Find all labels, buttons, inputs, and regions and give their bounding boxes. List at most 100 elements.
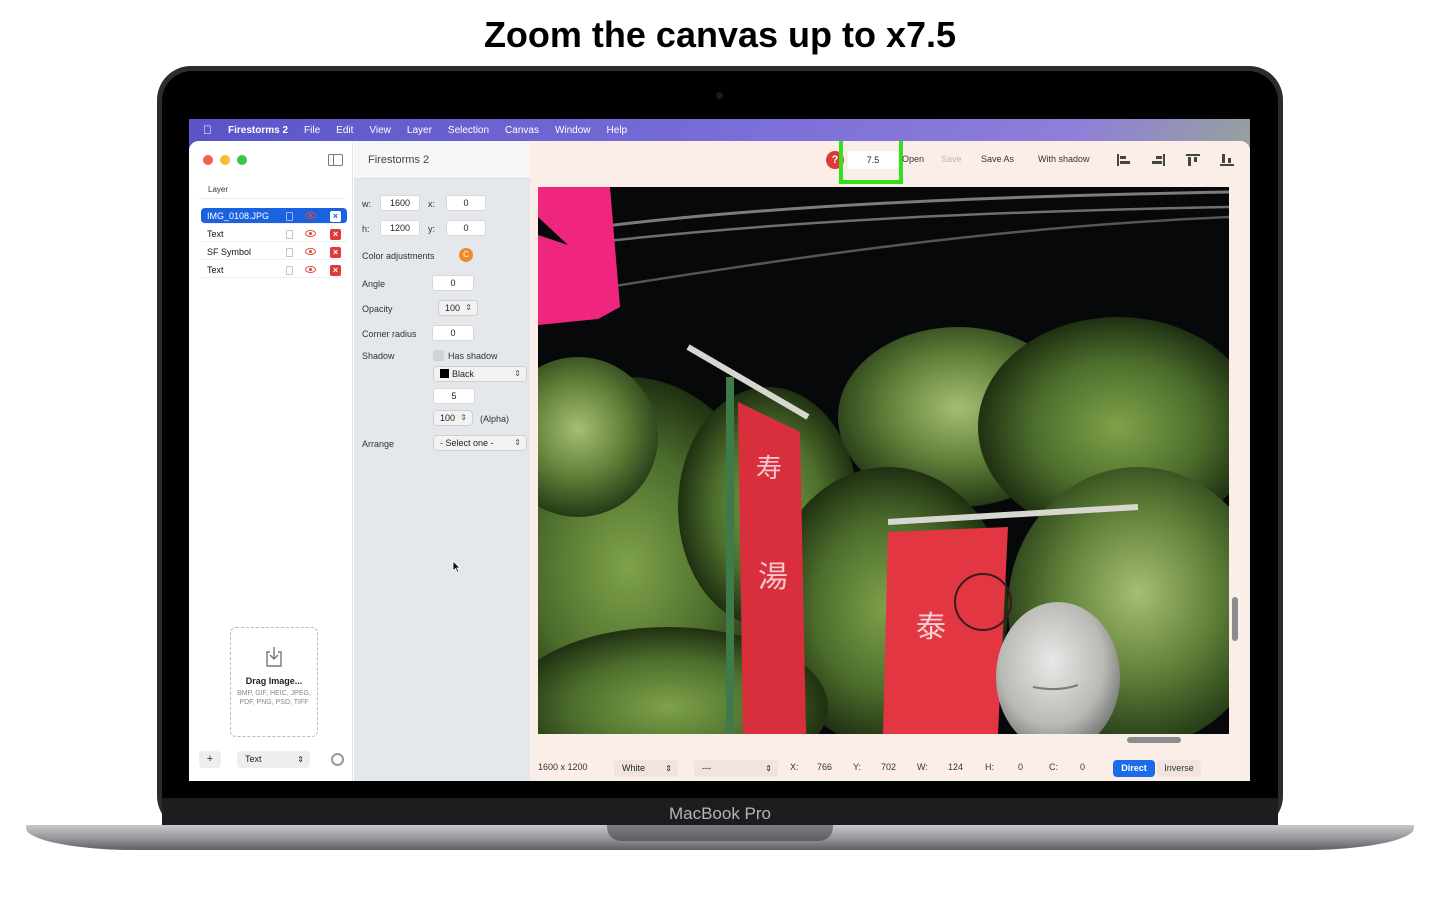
width-label: w: [362, 199, 371, 209]
shadow-label: Shadow [362, 351, 395, 361]
align-right-icon[interactable] [1151, 154, 1165, 166]
align-bottom-icon[interactable] [1220, 154, 1234, 166]
visibility-eye-icon[interactable] [305, 248, 316, 255]
add-layer-button[interactable]: + [199, 751, 221, 768]
layer-row-text-1[interactable]: Text × [201, 226, 347, 242]
layer-name: IMG_0108.JPG [207, 210, 270, 221]
c-value: 0 [1080, 762, 1086, 772]
width-field[interactable]: 1600 [380, 195, 420, 211]
menu-canvas[interactable]: Canvas [505, 125, 539, 136]
save-as-button[interactable]: Save As [981, 154, 1014, 164]
apple-icon[interactable]:  [203, 123, 212, 137]
w-label: W: [917, 762, 928, 772]
camera [716, 92, 723, 99]
chevron-updown-icon: ⇕ [297, 755, 304, 764]
zoomed-photo-canvas[interactable]: 寿 湯 泰 [538, 187, 1229, 734]
shadow-color-select[interactable]: Black ⇕ [433, 366, 527, 382]
chevron-updown-icon: ⇕ [665, 764, 672, 773]
sidebar-toggle-icon[interactable] [328, 154, 343, 166]
mode-select[interactable]: --- ⇕ [694, 760, 778, 777]
h-label: H: [985, 762, 994, 772]
delete-layer-icon[interactable]: × [330, 265, 341, 276]
visibility-eye-icon[interactable] [305, 230, 316, 237]
color-adjustments-button[interactable]: C [459, 248, 473, 262]
screen:  Firestorms 2 File Edit View Layer Sele… [189, 119, 1250, 781]
height-field[interactable]: 1200 [380, 220, 420, 236]
lock-icon[interactable] [286, 212, 293, 221]
layer-type-select[interactable]: Text ⇕ [237, 751, 310, 768]
laptop-notch [607, 825, 833, 841]
zoom-window-button[interactable] [237, 155, 247, 165]
with-shadow-button[interactable]: With shadow [1038, 154, 1090, 164]
menu-selection[interactable]: Selection [448, 125, 489, 136]
c-label: C: [1049, 762, 1058, 772]
menu-app-name[interactable]: Firestorms 2 [228, 125, 288, 136]
has-shadow-checkbox[interactable] [433, 350, 444, 361]
align-left-icon[interactable] [1117, 154, 1131, 166]
close-window-button[interactable] [203, 155, 213, 165]
drop-zone-title: Drag Image... [245, 676, 303, 686]
lock-icon[interactable] [286, 266, 293, 275]
color-swatch [440, 369, 449, 378]
arrange-label: Arrange [362, 439, 395, 449]
save-button[interactable]: Save [941, 154, 962, 164]
window-title: Firestorms 2 [368, 154, 430, 166]
shadow-color-value: Black [452, 369, 475, 379]
lock-icon[interactable] [286, 248, 293, 257]
import-icon [264, 646, 284, 668]
mouse-cursor-icon [452, 560, 461, 573]
menu-layer[interactable]: Layer [407, 125, 432, 136]
delete-layer-icon[interactable]: × [330, 211, 341, 222]
image-drop-zone[interactable]: Drag Image... BMP, GIF, HEIC, JPEG, PDF,… [230, 627, 318, 737]
menu-file[interactable]: File [304, 125, 320, 136]
y-field[interactable]: 0 [446, 220, 486, 236]
layer-row-sf-symbol[interactable]: SF Symbol × [201, 244, 347, 260]
svg-text:寿: 寿 [756, 454, 782, 484]
shadow-blur-field[interactable]: 5 [433, 388, 475, 404]
arrange-select[interactable]: - Select one - ⇕ [433, 435, 527, 451]
layer-name: SF Symbol [207, 246, 252, 257]
visibility-eye-icon[interactable] [305, 212, 316, 219]
layer-row-img-0108[interactable]: IMG_0108.JPG × [201, 208, 347, 224]
opacity-label: Opacity [362, 304, 393, 314]
layer-type-value: Text [245, 754, 262, 764]
chevron-updown-icon: ⇕ [514, 369, 521, 378]
delete-layer-icon[interactable]: × [330, 247, 341, 258]
gear-icon[interactable] [331, 753, 344, 766]
y-coord-label: Y: [853, 762, 862, 772]
shadow-alpha-value: 100 [440, 413, 456, 423]
h-value: 0 [1018, 762, 1024, 772]
direct-mode-button[interactable]: Direct [1113, 760, 1155, 777]
visibility-eye-icon[interactable] [305, 266, 316, 273]
corner-radius-field[interactable]: 0 [432, 325, 474, 341]
height-label: h: [362, 224, 370, 234]
menu-view[interactable]: View [369, 125, 391, 136]
opacity-stepper[interactable]: 100 ⇕ [438, 300, 478, 316]
layers-sidebar: Layer IMG_0108.JPG × Text × SF Symbol × … [189, 141, 353, 781]
shadow-alpha-stepper[interactable]: 100 ⇕ [433, 410, 473, 426]
menu-window[interactable]: Window [555, 125, 591, 136]
menu-edit[interactable]: Edit [336, 125, 353, 136]
inverse-mode-button[interactable]: Inverse [1157, 760, 1201, 777]
menu-help[interactable]: Help [607, 125, 628, 136]
chevron-updown-icon: ⇕ [460, 413, 467, 422]
angle-field[interactable]: 0 [432, 275, 474, 291]
svg-text:泰: 泰 [916, 610, 946, 645]
align-top-icon[interactable] [1186, 154, 1200, 166]
background-select[interactable]: White ⇕ [614, 760, 678, 777]
horizontal-scrollbar[interactable] [1127, 737, 1181, 743]
drop-zone-formats: BMP, GIF, HEIC, JPEG, PDF, PNG, PSD, TIF… [237, 690, 311, 706]
layer-row-text-2[interactable]: Text × [201, 262, 347, 278]
delete-layer-icon[interactable]: × [330, 229, 341, 240]
background-value: White [622, 763, 646, 773]
zoom-highlight-box [839, 141, 903, 184]
alpha-suffix: (Alpha) [480, 414, 510, 424]
angle-label: Angle [362, 279, 386, 289]
minimize-window-button[interactable] [220, 155, 230, 165]
open-button[interactable]: Open [902, 154, 924, 164]
vertical-scrollbar[interactable] [1232, 597, 1238, 641]
lock-icon[interactable] [286, 230, 293, 239]
canvas-area: ? 7.5 Open Save Save As With shadow 寿 湯 … [530, 141, 1250, 781]
x-label: x: [428, 199, 436, 209]
x-field[interactable]: 0 [446, 195, 486, 211]
